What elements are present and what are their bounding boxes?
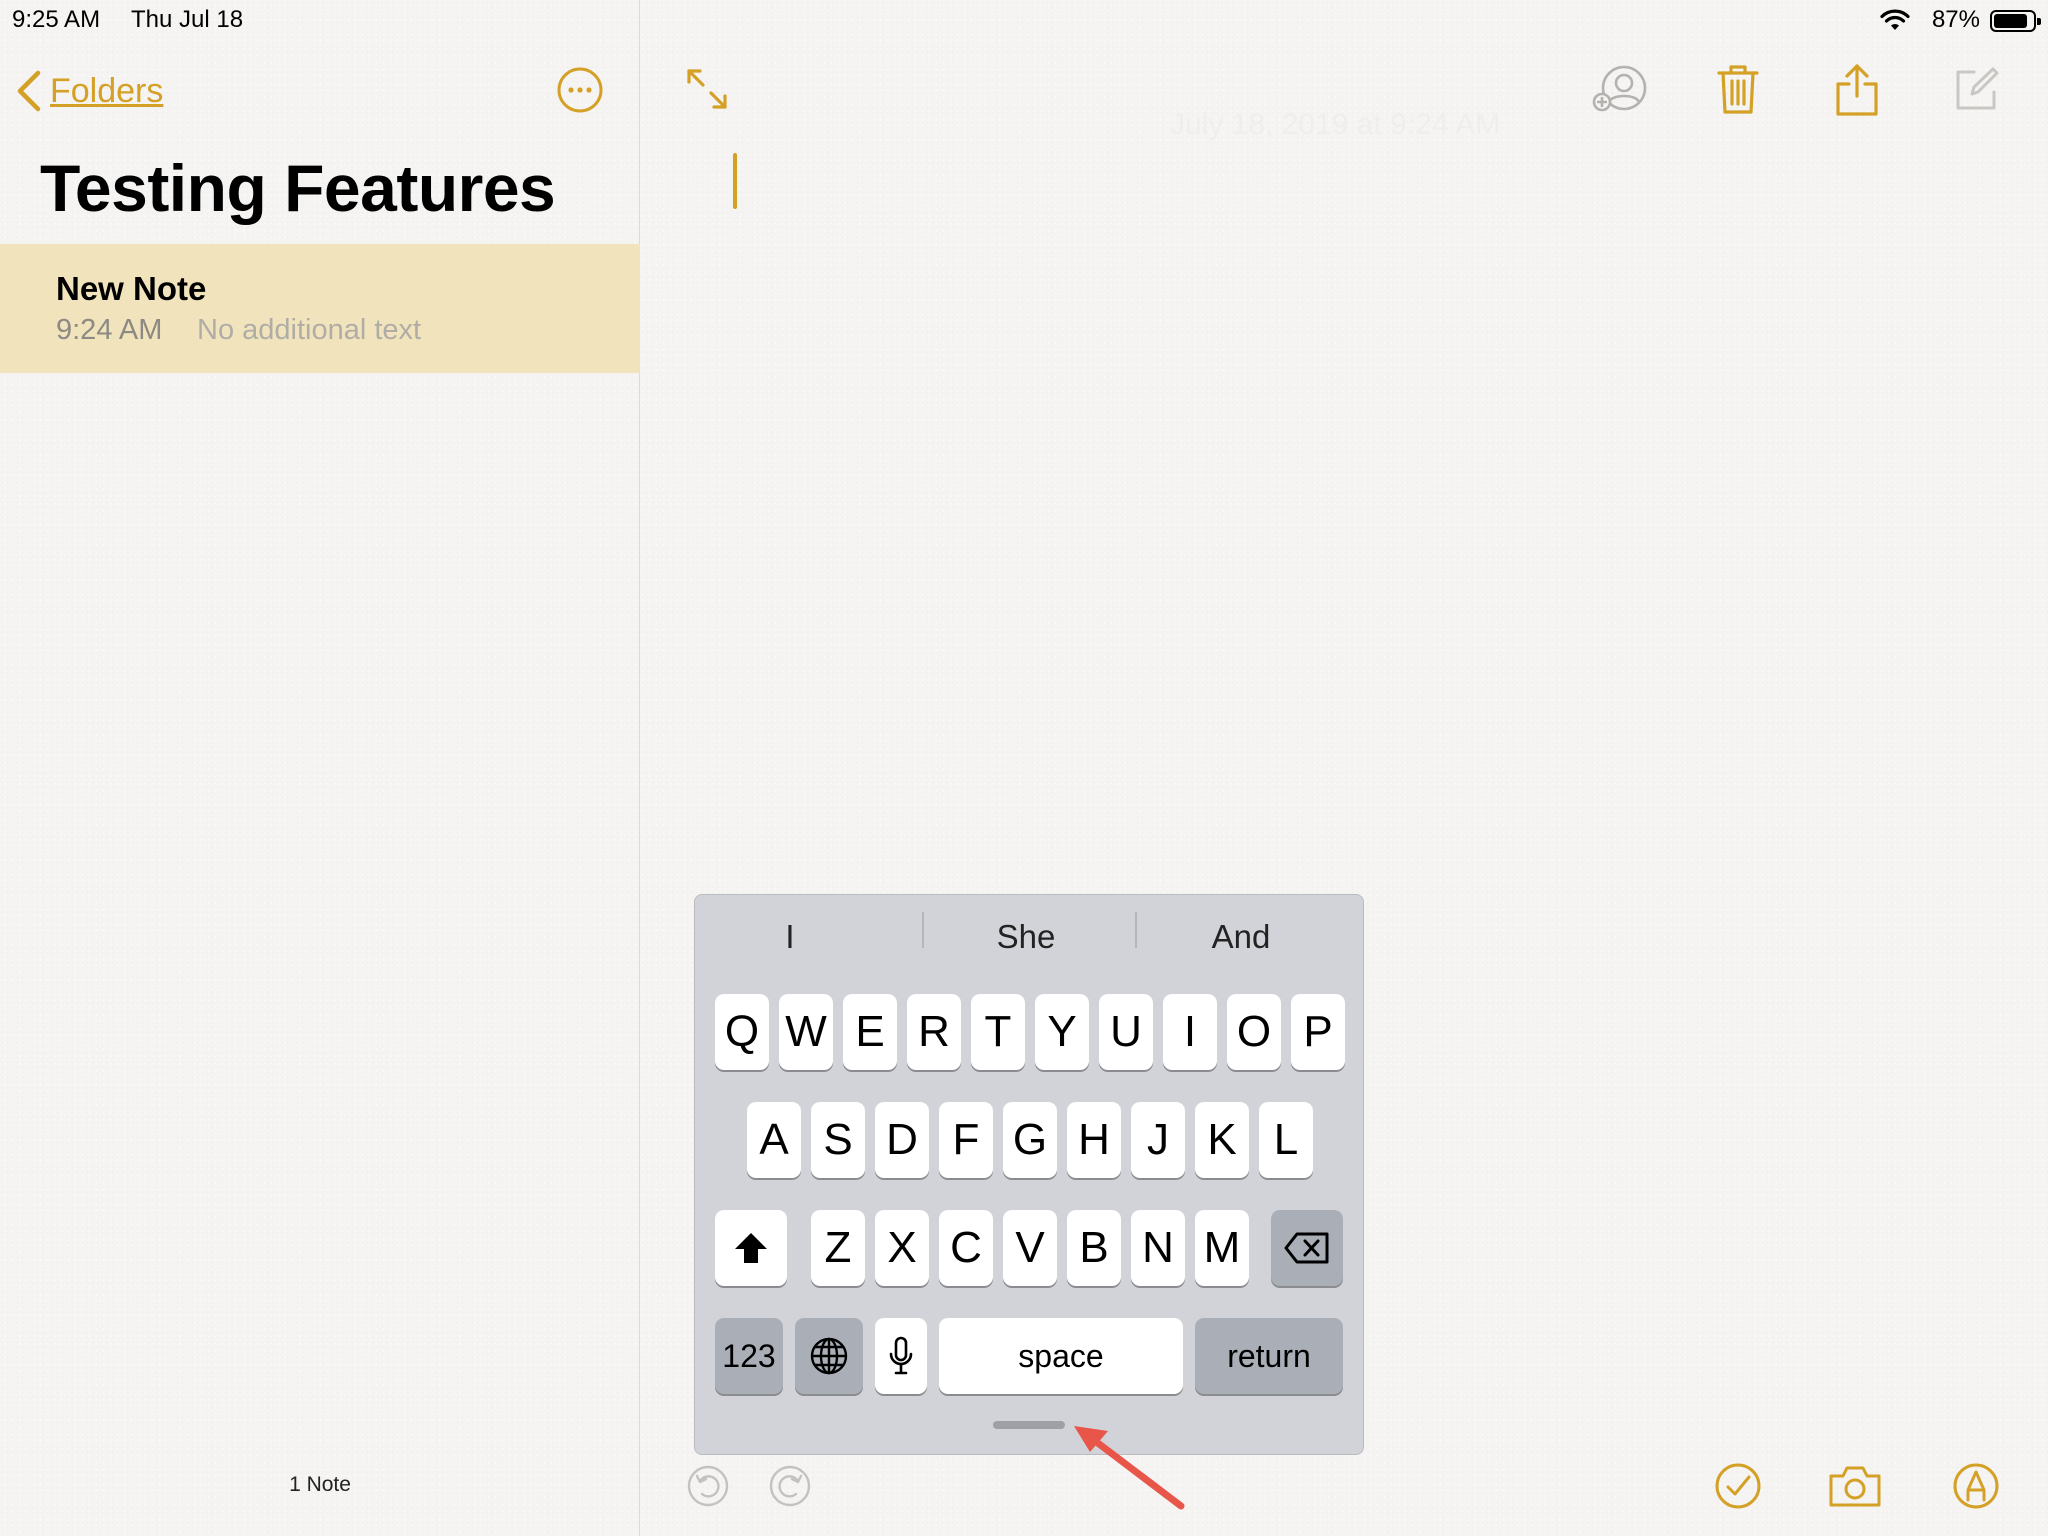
note-preview: No additional text bbox=[197, 314, 422, 346]
key-j[interactable]: J bbox=[1131, 1102, 1185, 1178]
globe-icon bbox=[810, 1337, 848, 1375]
text-cursor[interactable] bbox=[733, 153, 737, 209]
key-o[interactable]: O bbox=[1227, 994, 1281, 1070]
checklist-icon[interactable] bbox=[1714, 1462, 1762, 1510]
notes-list-sidebar: Folders Testing Features New Note 9:24 A… bbox=[0, 0, 640, 1536]
return-key[interactable]: return bbox=[1195, 1318, 1343, 1394]
trash-icon[interactable] bbox=[1716, 62, 1760, 116]
key-e[interactable]: E bbox=[843, 994, 897, 1070]
compose-icon[interactable] bbox=[1952, 66, 2000, 114]
key-z[interactable]: Z bbox=[811, 1210, 865, 1286]
redo-icon[interactable] bbox=[768, 1464, 812, 1508]
key-c[interactable]: C bbox=[939, 1210, 993, 1286]
key-s[interactable]: S bbox=[811, 1102, 865, 1178]
key-k[interactable]: K bbox=[1195, 1102, 1249, 1178]
key-l[interactable]: L bbox=[1259, 1102, 1313, 1178]
suggestion-divider bbox=[922, 912, 924, 948]
keyboard-drag-handle[interactable] bbox=[993, 1421, 1065, 1429]
suggestion-item[interactable]: I bbox=[714, 918, 866, 956]
globe-key[interactable] bbox=[795, 1318, 863, 1394]
key-y[interactable]: Y bbox=[1035, 994, 1089, 1070]
key-v[interactable]: V bbox=[1003, 1210, 1057, 1286]
key-g[interactable]: G bbox=[1003, 1102, 1057, 1178]
suggestion-divider bbox=[1135, 912, 1137, 948]
note-title: New Note bbox=[56, 270, 207, 307]
chevron-left-icon bbox=[17, 70, 41, 112]
key-u[interactable]: U bbox=[1099, 994, 1153, 1070]
key-f[interactable]: F bbox=[939, 1102, 993, 1178]
key-d[interactable]: D bbox=[875, 1102, 929, 1178]
space-key[interactable]: space bbox=[939, 1318, 1183, 1394]
delete-key[interactable] bbox=[1271, 1210, 1343, 1286]
note-date-header: July 18, 2019 at 9:24 AM bbox=[1170, 108, 1501, 141]
key-x[interactable]: X bbox=[875, 1210, 929, 1286]
key-q[interactable]: Q bbox=[715, 994, 769, 1070]
microphone-icon bbox=[889, 1336, 913, 1375]
more-options-icon[interactable] bbox=[556, 66, 604, 114]
predictive-bar: I She And bbox=[694, 894, 1364, 970]
key-t[interactable]: T bbox=[971, 994, 1025, 1070]
key-i[interactable]: I bbox=[1163, 994, 1217, 1070]
folders-back-label: Folders bbox=[50, 71, 164, 110]
folders-back-button[interactable]: Folders bbox=[14, 66, 163, 116]
note-count: 1 Note bbox=[289, 1473, 351, 1496]
suggestion-item[interactable]: And bbox=[1144, 918, 1338, 956]
key-r[interactable]: R bbox=[907, 994, 961, 1070]
key-a[interactable]: A bbox=[747, 1102, 801, 1178]
key-p[interactable]: P bbox=[1291, 994, 1345, 1070]
wifi-icon bbox=[1880, 9, 1910, 30]
shift-icon bbox=[735, 1233, 767, 1263]
key-m[interactable]: M bbox=[1195, 1210, 1249, 1286]
expand-icon[interactable] bbox=[684, 66, 730, 112]
add-people-icon[interactable] bbox=[1592, 64, 1648, 116]
backspace-icon bbox=[1284, 1232, 1329, 1264]
shift-key[interactable] bbox=[715, 1210, 787, 1286]
dictation-key[interactable] bbox=[875, 1318, 927, 1394]
markup-icon[interactable] bbox=[1952, 1462, 2000, 1510]
folder-title: Testing Features bbox=[40, 151, 556, 225]
annotation-arrow-icon bbox=[1074, 1426, 1185, 1510]
note-time: 9:24 AM bbox=[56, 314, 163, 346]
list-item-note[interactable] bbox=[0, 244, 640, 373]
share-icon[interactable] bbox=[1834, 62, 1880, 118]
battery-fill bbox=[1994, 14, 2027, 28]
suggestion-item[interactable]: She bbox=[930, 918, 1122, 956]
undo-icon[interactable] bbox=[686, 1464, 730, 1508]
camera-icon[interactable] bbox=[1828, 1464, 1882, 1508]
numbers-key[interactable]: 123 bbox=[715, 1318, 783, 1394]
key-n[interactable]: N bbox=[1131, 1210, 1185, 1286]
battery-percent: 87% bbox=[1931, 6, 1980, 33]
key-w[interactable]: W bbox=[779, 994, 833, 1070]
key-h[interactable]: H bbox=[1067, 1102, 1121, 1178]
key-b[interactable]: B bbox=[1067, 1210, 1121, 1286]
battery-icon bbox=[1990, 10, 2041, 32]
